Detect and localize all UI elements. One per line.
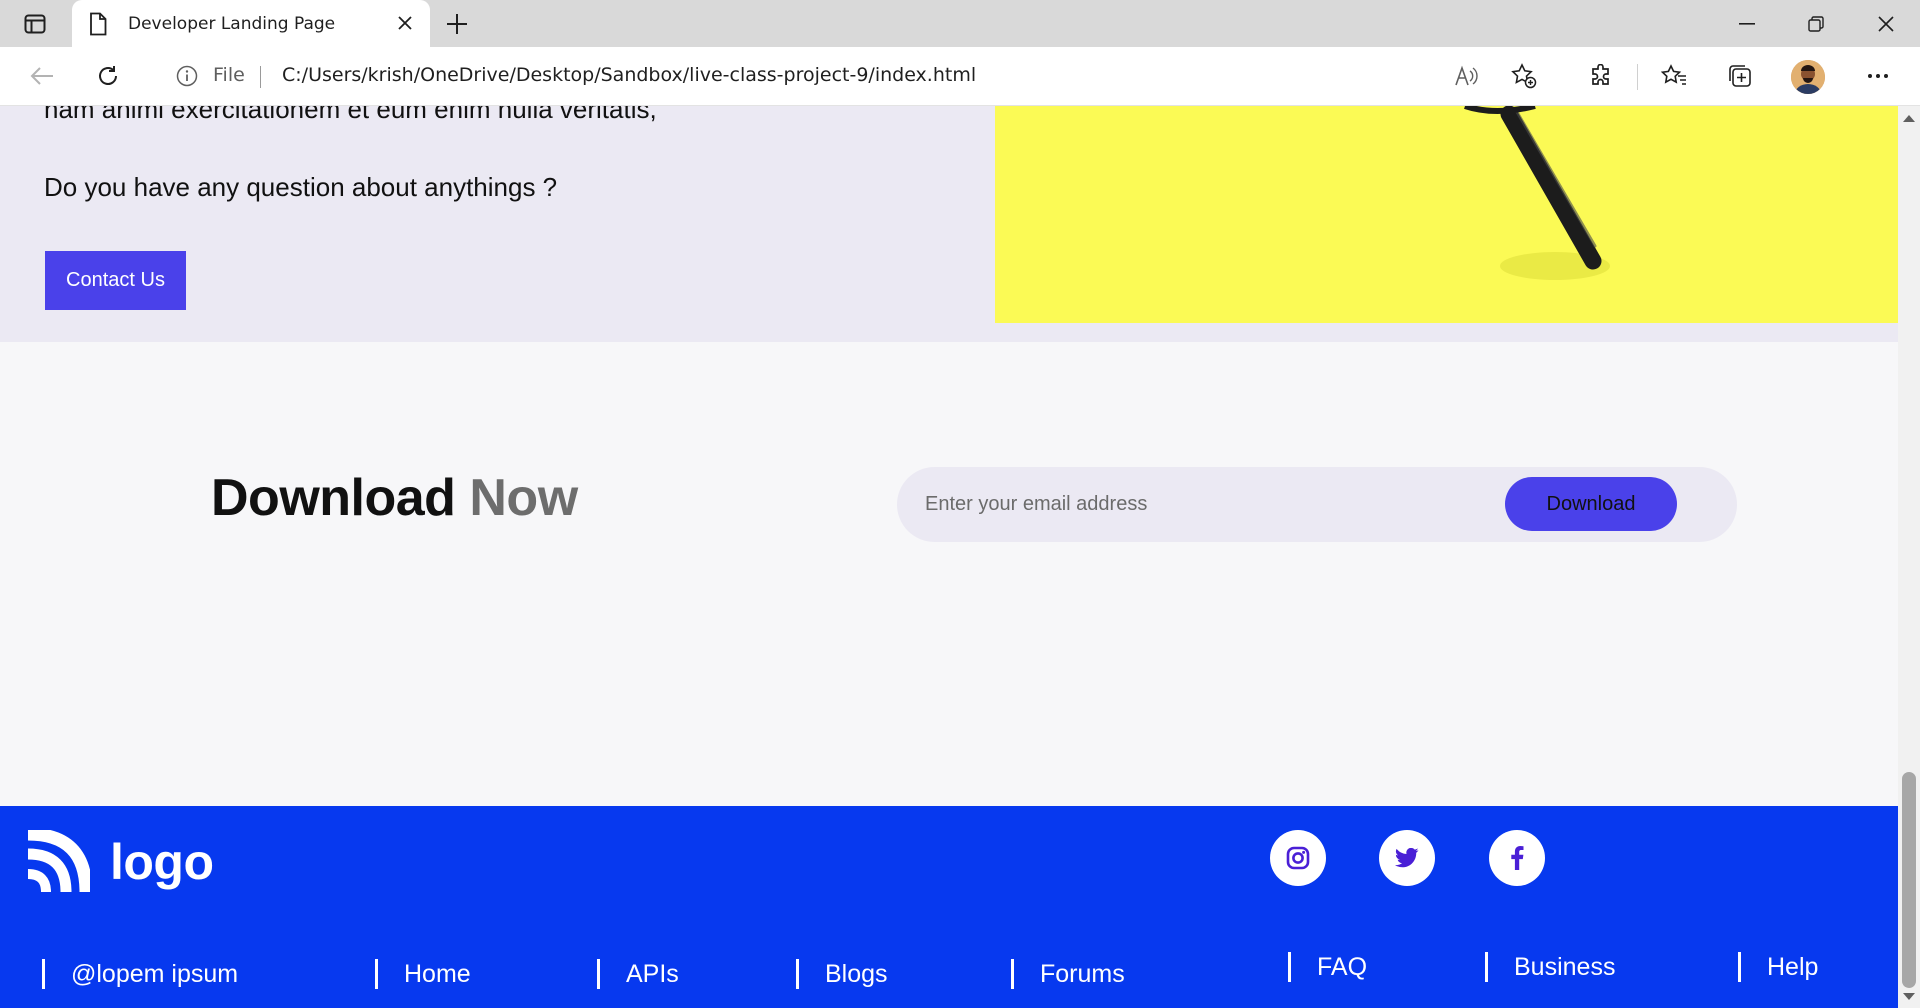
link-divider: [42, 959, 45, 989]
address-url[interactable]: C:/Users/krish/OneDrive/Desktop/Sandbox/…: [282, 64, 976, 86]
close-tab-button[interactable]: [394, 12, 416, 34]
footer-link-home[interactable]: Home: [375, 959, 471, 989]
browser-titlebar: Developer Landing Page: [0, 0, 1920, 47]
plus-icon: [447, 14, 467, 34]
contact-question: Do you have any question about anythings…: [44, 172, 558, 202]
close-icon: [398, 16, 412, 30]
footer-link-apis[interactable]: APIs: [597, 959, 679, 989]
download-heading-main: Download: [211, 469, 456, 527]
collections-button[interactable]: [1724, 60, 1756, 92]
download-heading: Download Now: [211, 468, 578, 528]
link-divider: [1485, 952, 1488, 982]
footer-link-label: @lopem ipsum: [71, 959, 239, 988]
read-aloud-button[interactable]: [1450, 60, 1482, 92]
back-arrow-icon: [30, 67, 53, 85]
hero-image: [995, 106, 1898, 323]
close-window-button[interactable]: [1852, 0, 1920, 47]
footer-link-business[interactable]: Business: [1485, 952, 1615, 982]
email-input[interactable]: [925, 485, 1465, 523]
new-tab-button[interactable]: [442, 10, 472, 38]
close-icon: [1878, 15, 1894, 32]
scroll-down-icon[interactable]: [1903, 993, 1915, 1000]
collections-icon: [1729, 65, 1751, 87]
address-separator: [260, 66, 261, 88]
download-form: Download: [897, 467, 1737, 542]
tab-actions-button[interactable]: [14, 10, 56, 37]
puzzle-icon: [1592, 64, 1609, 85]
contact-us-button[interactable]: Contact Us: [45, 251, 186, 310]
minimize-icon: [1739, 22, 1755, 25]
footer-link-label: Business: [1514, 952, 1616, 981]
address-bar[interactable]: File C:/Users/krish/OneDrive/Desktop/San…: [150, 54, 1558, 98]
read-aloud-icon: [1455, 65, 1478, 86]
page-viewport: nam animi exercitationem et eum enim nul…: [0, 106, 1898, 1008]
favorites-button[interactable]: [1658, 60, 1690, 92]
contact-description: nam animi exercitationem et eum enim nul…: [44, 106, 657, 124]
link-divider: [1288, 952, 1291, 982]
profile-avatar[interactable]: [1791, 60, 1825, 94]
footer-link-label: FAQ: [1317, 952, 1368, 981]
extensions-button[interactable]: [1585, 60, 1617, 92]
browser-tab[interactable]: Developer Landing Page: [72, 0, 430, 47]
footer-link-label: APIs: [626, 959, 679, 988]
page-icon: [88, 12, 108, 36]
refresh-icon: [99, 66, 117, 85]
restore-icon: [1808, 15, 1824, 32]
toolbar-divider: [1637, 64, 1638, 90]
link-divider: [375, 959, 378, 989]
footer-nav: @lopem ipsum Home APIs Blogs Forums FAQ: [0, 806, 1898, 1008]
footer-link-label: Help: [1767, 952, 1819, 981]
avatar-image: [1791, 60, 1825, 94]
pen-illustration: [995, 106, 1898, 323]
favorites-icon: [1661, 64, 1686, 85]
footer: logo @lopem ipsum Home APIs Blogs Forums…: [0, 806, 1898, 1008]
browser-toolbar: File C:/Users/krish/OneDrive/Desktop/San…: [0, 47, 1920, 106]
scroll-up-icon[interactable]: [1903, 115, 1915, 122]
link-divider: [1011, 959, 1014, 989]
more-icon: [1868, 74, 1888, 78]
page-scrollbar[interactable]: [1898, 106, 1920, 1008]
footer-link-label: Forums: [1040, 959, 1125, 988]
tab-title: Developer Landing Page: [128, 13, 336, 34]
tab-actions-icon: [24, 14, 46, 33]
info-icon[interactable]: [176, 65, 198, 87]
contact-section: nam animi exercitationem et eum enim nul…: [0, 106, 1898, 342]
link-divider: [597, 959, 600, 989]
download-section: Download Now Download: [0, 342, 1898, 812]
download-heading-accent: Now: [469, 469, 578, 527]
footer-link-blogs[interactable]: Blogs: [796, 959, 888, 989]
back-button[interactable]: [26, 60, 58, 92]
address-scheme: File: [213, 64, 245, 86]
restore-button[interactable]: [1782, 0, 1850, 47]
more-menu-button[interactable]: [1862, 60, 1894, 92]
minimize-button[interactable]: [1713, 0, 1781, 47]
footer-link-faq[interactable]: FAQ: [1288, 952, 1367, 982]
footer-link-label: Blogs: [825, 959, 888, 988]
download-button[interactable]: Download: [1505, 477, 1677, 531]
refresh-button[interactable]: [92, 60, 124, 92]
star-add-icon: [1511, 63, 1537, 89]
link-divider: [796, 959, 799, 989]
footer-link-label: Home: [404, 959, 471, 988]
add-favorite-button[interactable]: [1508, 60, 1540, 92]
footer-link-forums[interactable]: Forums: [1011, 959, 1125, 989]
scrollbar-thumb[interactable]: [1902, 772, 1916, 988]
footer-link-lopem-ipsum[interactable]: @lopem ipsum: [42, 959, 238, 989]
footer-link-help[interactable]: Help: [1738, 952, 1818, 982]
link-divider: [1738, 952, 1741, 982]
